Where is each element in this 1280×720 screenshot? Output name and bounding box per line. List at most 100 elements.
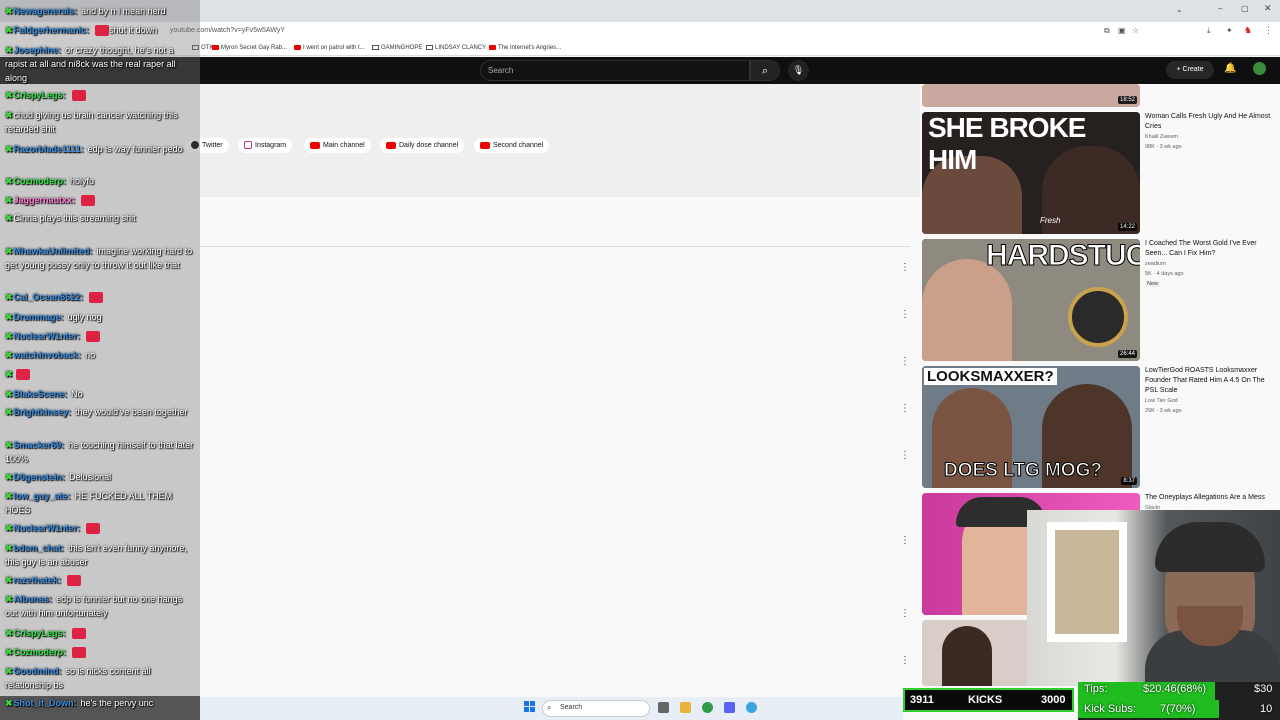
- chat-message: ✖NuclearW1nter:: [5, 521, 197, 535]
- chat-username[interactable]: Albunas:: [14, 594, 53, 604]
- chat-username[interactable]: CrispyLegs:: [14, 628, 66, 638]
- chat-message: ✖Newagenerals: and by n i mean nerd: [5, 4, 197, 18]
- video-thumbnail[interactable]: LOOKSMAXXER? DOES LTG MOG? 8:37: [922, 366, 1140, 488]
- chat-username[interactable]: Drummage:: [14, 312, 64, 322]
- chat-username[interactable]: NuclearW1nter:: [14, 331, 81, 341]
- youtube-icon: [480, 141, 490, 149]
- chat-username[interactable]: Shot_it_Down:: [14, 698, 77, 708]
- minimize-icon[interactable]: –: [1218, 4, 1222, 13]
- create-button[interactable]: + Create: [1166, 61, 1214, 79]
- chat-username[interactable]: D0genstein:: [14, 472, 66, 482]
- chat-username[interactable]: Smacker69:: [14, 440, 65, 450]
- taskbar-search[interactable]: [542, 700, 650, 717]
- chat-username[interactable]: low_guy_ate:: [14, 491, 71, 501]
- chat-username[interactable]: BlakeScene:: [14, 389, 68, 399]
- bookmark-item[interactable]: The Internet's Angries...: [489, 45, 561, 51]
- avatar[interactable]: [1253, 62, 1266, 75]
- comment-menu-icon[interactable]: ⋮: [900, 262, 910, 273]
- taskbar-search-label: Search: [560, 704, 583, 711]
- chat-username[interactable]: razethatek:: [14, 575, 62, 585]
- maximize-icon[interactable]: ▢: [1241, 4, 1249, 13]
- new-badge: New: [1145, 281, 1161, 287]
- search-icon[interactable]: ⌕: [750, 60, 780, 81]
- comment-menu-icon[interactable]: ⋮: [900, 608, 910, 619]
- video-title[interactable]: I Coached The Worst Gold I've Ever Seen.…: [1145, 239, 1273, 259]
- chat-badge-icon: ✖: [5, 472, 13, 482]
- folder-icon: [372, 45, 379, 50]
- chat-text: no: [85, 350, 96, 360]
- video-thumbnail[interactable]: HARDSTUCK 26:44: [922, 239, 1140, 361]
- video-thumbnail[interactable]: SHE BROKE HIM Fresh 14:22: [922, 112, 1140, 234]
- video-title[interactable]: Woman Calls Fresh Ugly And He Almost Cri…: [1145, 112, 1273, 132]
- file-explorer-icon[interactable]: [680, 702, 691, 713]
- chat-username[interactable]: Jaggernautxx:: [14, 195, 76, 205]
- cast-icon[interactable]: ⧉: [1104, 26, 1110, 36]
- chat-username[interactable]: Newagenerals:: [14, 6, 78, 16]
- chat-username[interactable]: Faldgerhermanic:: [14, 25, 90, 35]
- bell-icon[interactable]: 🔔: [1224, 63, 1236, 74]
- discord-icon[interactable]: [724, 702, 735, 713]
- video-title[interactable]: The Oneyplays Allegations Are a Mess: [1145, 493, 1273, 503]
- chat-text: and by n i mean nerd: [81, 6, 166, 16]
- chat-username[interactable]: Razorblade1111:: [14, 144, 84, 154]
- video-title[interactable]: LowTierGod ROASTS Looksmaxxer Founder Th…: [1145, 366, 1273, 396]
- chat-username[interactable]: Cozmoderp:: [14, 176, 67, 186]
- comment-menu-icon[interactable]: ⋮: [900, 535, 910, 546]
- duration-badge: 14:22: [1117, 223, 1137, 231]
- chrome-icon[interactable]: [702, 702, 713, 713]
- bookmark-item[interactable]: LINDSAY CLANCY: [426, 45, 486, 51]
- menu-icon[interactable]: ⋮: [1264, 25, 1273, 36]
- chat-username[interactable]: Cozmoderp:: [14, 647, 67, 657]
- star-icon[interactable]: ☆: [1132, 26, 1139, 35]
- download-icon[interactable]: ⤓: [1207, 26, 1211, 36]
- chat-badge-icon: ✖: [5, 195, 13, 205]
- chat-username[interactable]: MhawkaUnlimited:: [14, 246, 93, 256]
- chat-username[interactable]: CrispyLegs:: [14, 90, 66, 100]
- link-instagram[interactable]: Instagram: [238, 138, 293, 153]
- chat-username[interactable]: NuclearW1nter:: [14, 523, 81, 533]
- comment-menu-icon[interactable]: ⋮: [900, 356, 910, 367]
- chat-text: they would've been together: [75, 407, 188, 417]
- chat-username[interactable]: Goodmind:: [14, 666, 62, 676]
- task-view-icon[interactable]: [658, 702, 669, 713]
- chat-username[interactable]: watchinvoback:: [14, 350, 82, 360]
- bookmark-item[interactable]: GAMINGHOPE: [372, 45, 422, 51]
- chat-badge-icon: ✖: [5, 25, 13, 35]
- comment-menu-icon[interactable]: ⋮: [900, 450, 910, 461]
- bookmark-item[interactable]: Myron Secret Gay Rab...: [212, 45, 287, 51]
- telegram-icon[interactable]: [746, 702, 757, 713]
- chat-badge-icon: ✖: [5, 213, 13, 223]
- search-input[interactable]: [480, 60, 750, 81]
- channel-name[interactable]: Low Tier God: [1145, 396, 1178, 406]
- chat-badge-icon: ✖: [5, 491, 13, 501]
- channel-name[interactable]: Khalil Zweem: [1145, 132, 1178, 142]
- thumbnail-text: HARDSTUCK: [986, 239, 1141, 273]
- link-main-channel[interactable]: Main channel: [304, 138, 371, 153]
- chat-message: ✖chud giving us brain cancer watching th…: [5, 108, 197, 136]
- chat-message: ✖Faldgerhermanic: shut it down: [5, 23, 197, 37]
- bookmark-item[interactable]: I went on patrol with t...: [294, 45, 365, 51]
- video-thumbnail[interactable]: 18:52: [922, 84, 1140, 107]
- instagram-icon: [244, 141, 252, 150]
- chat-username[interactable]: Cal_Ocean8622:: [14, 292, 84, 302]
- comment-menu-icon[interactable]: ⋮: [900, 309, 910, 320]
- kicks-current: 3911: [910, 694, 934, 706]
- pip-icon[interactable]: ▣: [1118, 26, 1126, 35]
- chat-message: ✖CrispyLegs:: [5, 626, 197, 640]
- chat-username[interactable]: bdsm_chat:: [14, 543, 65, 553]
- link-daily-dose-channel[interactable]: Daily dose channel: [380, 138, 465, 153]
- chat-username[interactable]: Brightkinsey:: [14, 407, 72, 417]
- close-icon[interactable]: ✕: [1264, 3, 1272, 14]
- comment-menu-icon[interactable]: ⋮: [900, 403, 910, 414]
- mic-icon[interactable]: 🎙: [788, 60, 809, 81]
- comment-menu-icon[interactable]: ⋮: [900, 655, 910, 666]
- profile-extension-icon[interactable]: ♞: [1244, 25, 1252, 36]
- link-second-channel[interactable]: Second channel: [474, 138, 550, 153]
- chat-username[interactable]: Josephine:: [14, 45, 62, 55]
- chat-message: ✖low_guy_ate: HE FUCKED ALL THEM HOES: [5, 489, 197, 517]
- tab-list-icon[interactable]: ⌄: [1176, 5, 1183, 14]
- chat-message: ✖watchinvoback: no: [5, 348, 197, 362]
- extension-icon[interactable]: ✦: [1226, 26, 1233, 35]
- windows-start-icon[interactable]: [524, 701, 535, 712]
- channel-name[interactable]: zeadium: [1145, 259, 1166, 269]
